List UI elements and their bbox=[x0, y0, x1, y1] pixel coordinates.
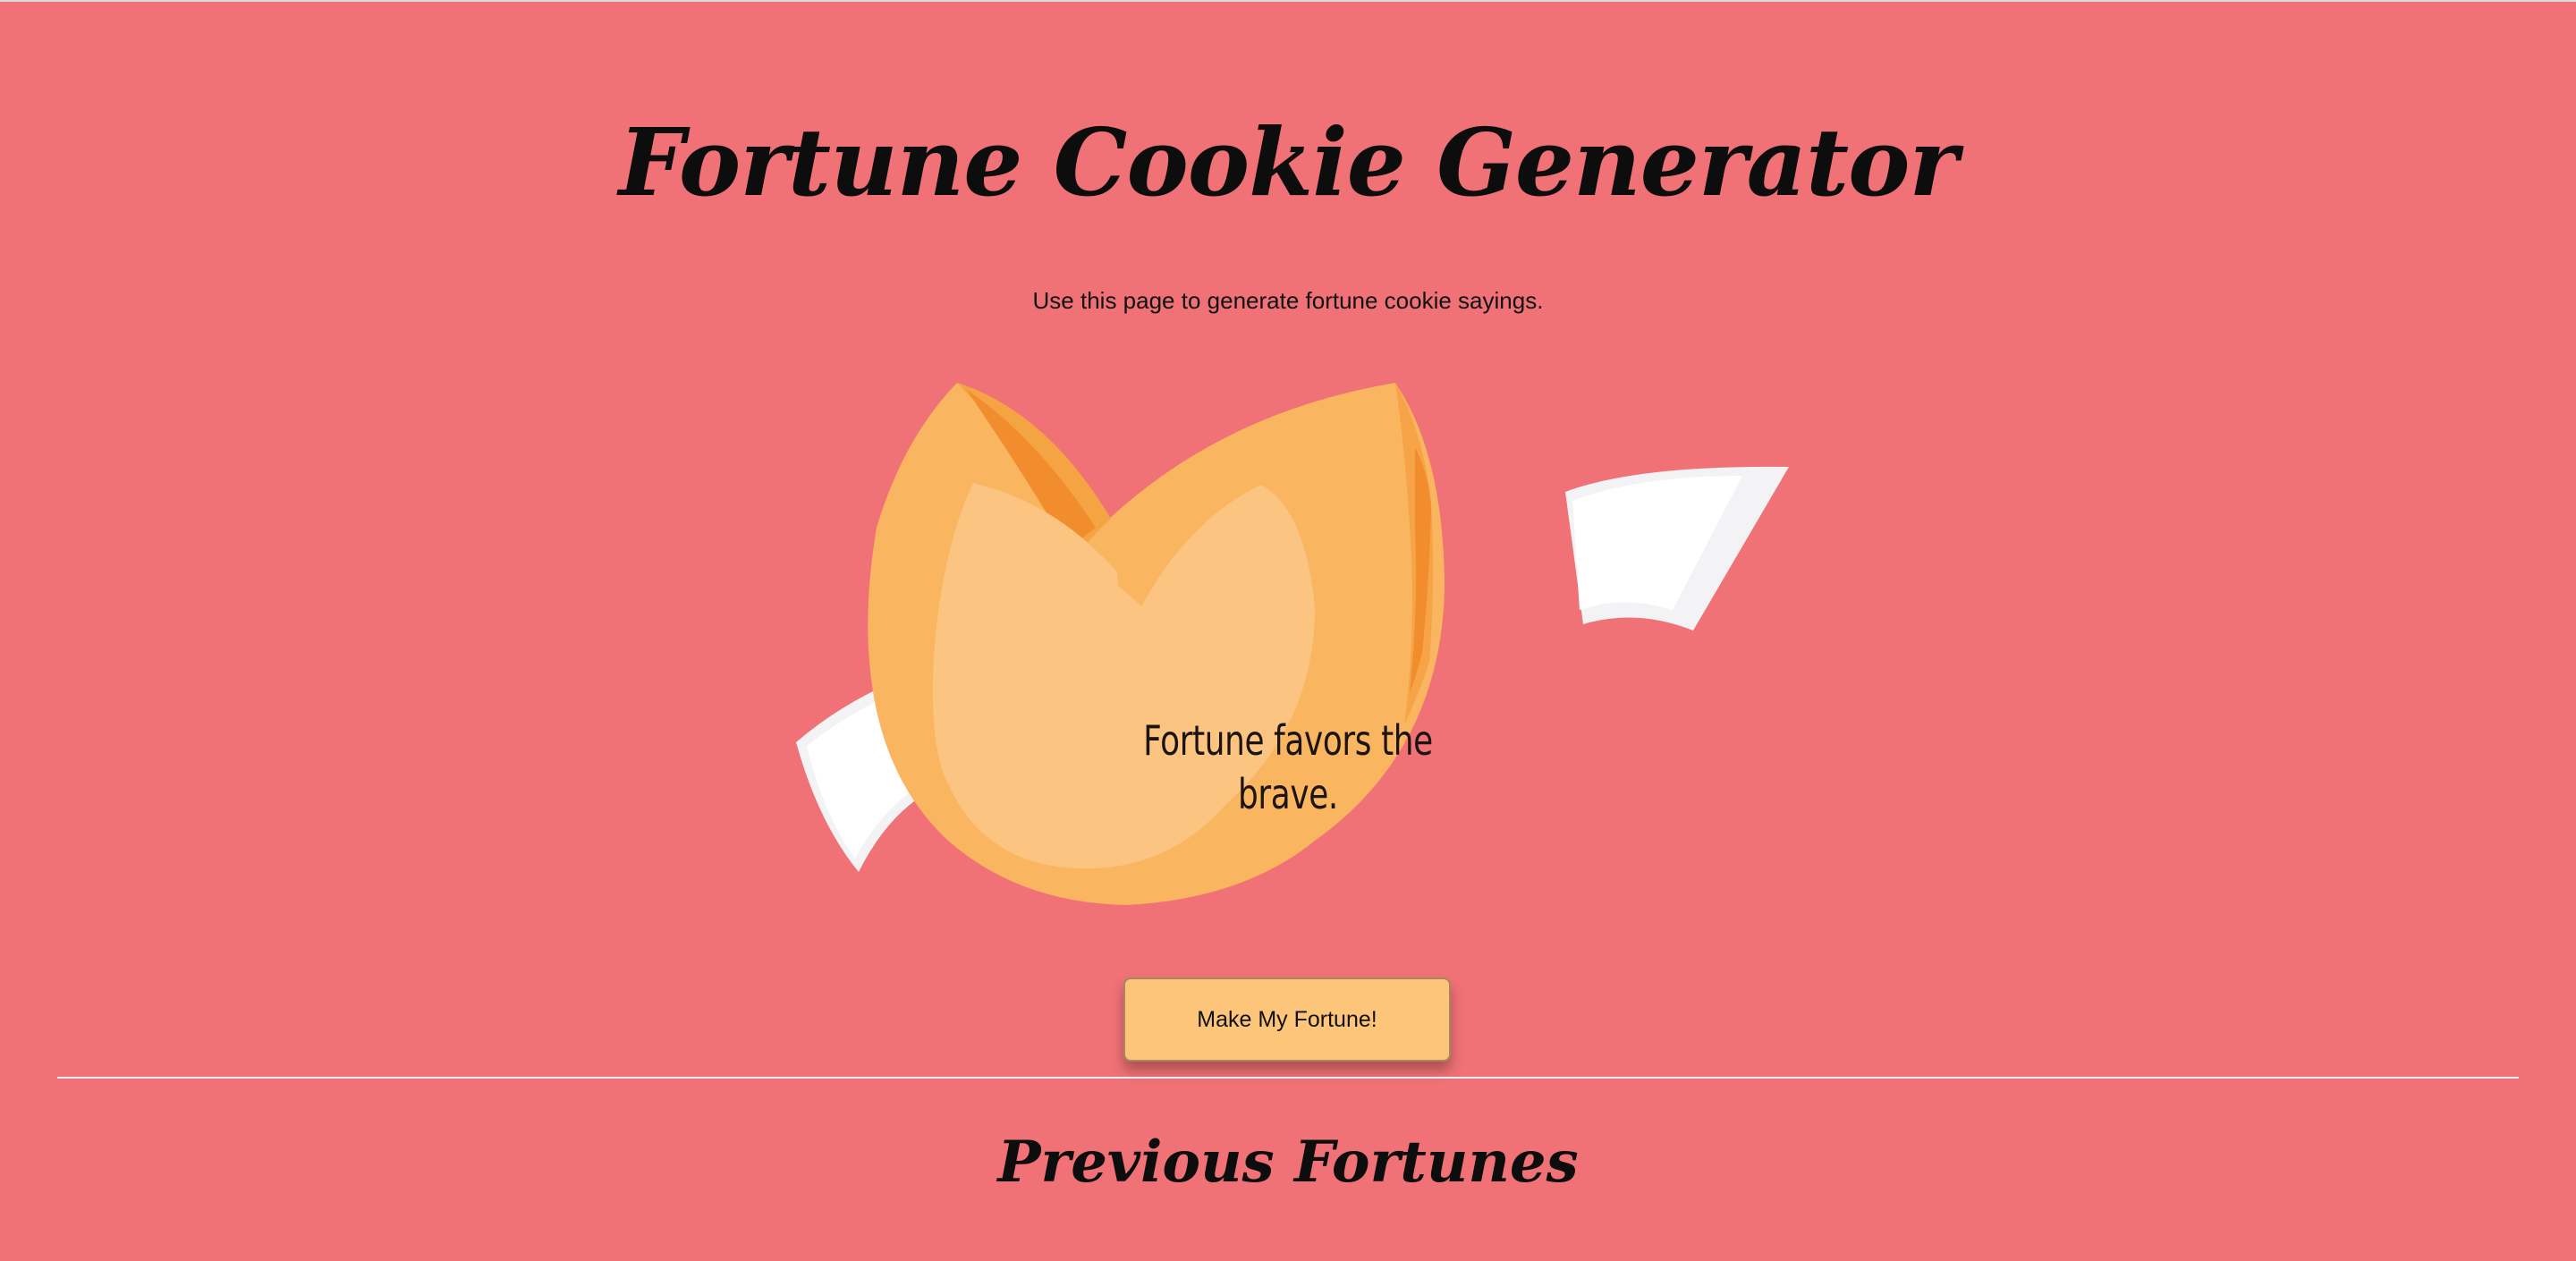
section-divider bbox=[57, 1077, 2519, 1079]
page-title: Fortune Cookie Generator bbox=[618, 107, 1959, 217]
previous-fortunes-heading: Previous Fortunes bbox=[997, 1129, 1579, 1196]
fortune-cookie-illustration bbox=[796, 383, 1789, 905]
make-fortune-button[interactable]: Make My Fortune! bbox=[1123, 977, 1451, 1062]
top-border bbox=[0, 0, 2576, 2]
fortune-text: Fortune favors the brave. bbox=[1143, 716, 1433, 818]
page-subtitle: Use this page to generate fortune cookie… bbox=[1032, 287, 1544, 314]
fortune-cookie: Fortune favors the brave. bbox=[778, 376, 1807, 912]
